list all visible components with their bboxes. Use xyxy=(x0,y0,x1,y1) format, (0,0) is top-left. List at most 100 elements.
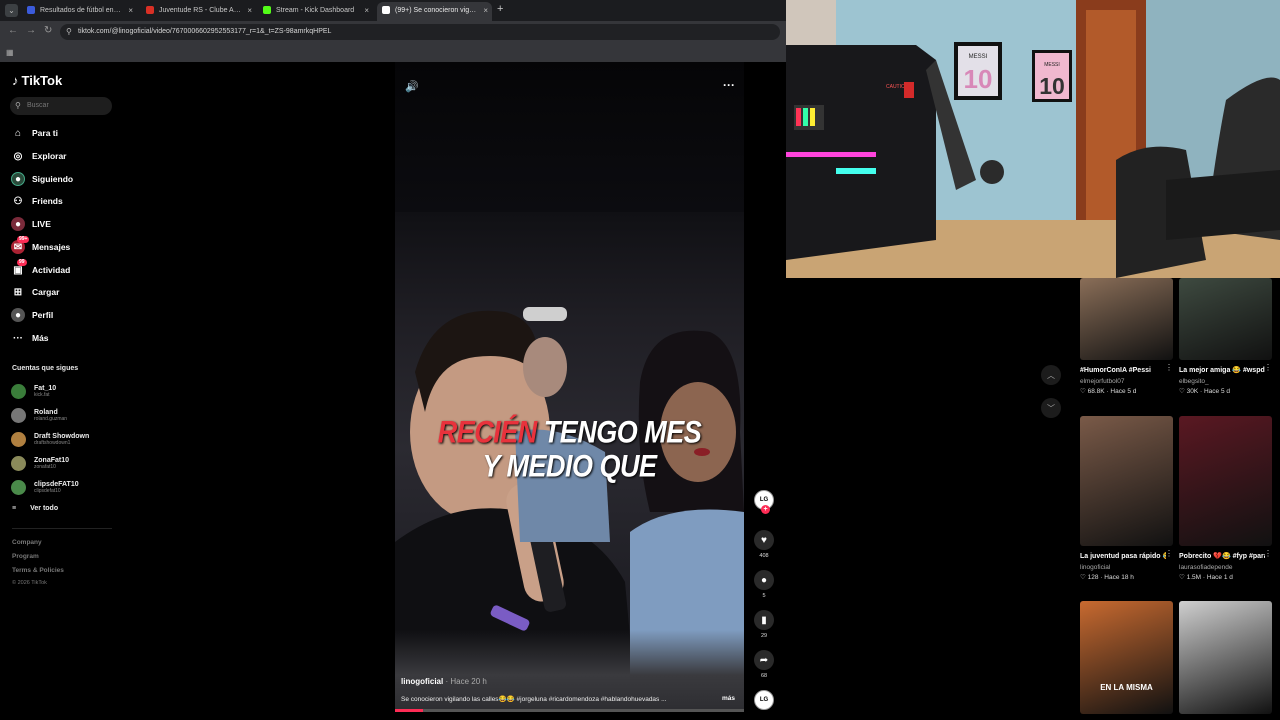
account-handle: kick.fat xyxy=(34,391,50,398)
sidebar-item-label: Friends xyxy=(32,196,63,206)
browser-tab[interactable]: Resultados de fútbol en directo × xyxy=(22,2,137,21)
comment-icon: ● xyxy=(754,570,774,590)
suggested-video-card[interactable]: EN LA MISMA xyxy=(1080,601,1173,714)
tab-favicon-icon xyxy=(382,6,390,14)
sidebar-item-cargar[interactable]: ⊞ Cargar xyxy=(11,284,60,300)
sidebar-item-mensajes[interactable]: ✉ 99+ Mensajes xyxy=(11,236,70,255)
video-thumbnail[interactable] xyxy=(1080,278,1173,360)
sidebar-item-live[interactable]: ● LIVE xyxy=(11,216,51,232)
suggested-video-author[interactable]: linogoficial xyxy=(1080,564,1173,571)
avatar xyxy=(11,455,26,471)
suggested-video-author[interactable]: elmejorfutbol07 xyxy=(1080,378,1173,385)
sidebar-item-siguiendo[interactable]: ● Siguiendo xyxy=(11,171,73,187)
scroll-up-button[interactable]: ︿ xyxy=(1041,365,1061,385)
more-icon: ··· xyxy=(11,331,25,345)
card-options-icon[interactable]: ⋮ xyxy=(1264,549,1272,558)
video-thumbnail[interactable] xyxy=(1179,601,1272,714)
icon-glyph: ⚇ xyxy=(13,195,23,207)
sidebar-item-perfil[interactable]: ● Perfil xyxy=(11,307,53,323)
back-icon[interactable]: ← xyxy=(8,25,18,36)
account-name: Roland xyxy=(34,408,58,416)
footer-link-terms[interactable]: Terms & Policies xyxy=(12,567,64,574)
sidebar-item-actividad[interactable]: ▣ 99 Actividad xyxy=(11,259,70,278)
video-progress-bar[interactable] xyxy=(395,709,744,712)
suggested-video-author[interactable]: laurasofiadepende xyxy=(1179,564,1272,571)
close-tab-icon[interactable]: × xyxy=(128,2,133,19)
video-thumbnail[interactable] xyxy=(1179,278,1272,360)
scroll-down-button[interactable]: ﹀ xyxy=(1041,398,1061,418)
account-name: Draft Showdown xyxy=(34,432,90,440)
sidebar-item-label: Siguiendo xyxy=(32,174,74,184)
caption-highlight: RECIÉN xyxy=(437,414,538,450)
sound-avatar[interactable]: LG xyxy=(753,690,775,710)
followed-account[interactable]: Fat_10 kick.fat xyxy=(11,381,56,401)
card-options-icon[interactable]: ⋮ xyxy=(1264,363,1272,372)
comment-button[interactable]: ● 5 xyxy=(753,570,775,599)
sidebar-item-friends[interactable]: ⚇ Friends xyxy=(11,193,63,209)
card-options-icon[interactable]: ⋮ xyxy=(1165,549,1173,558)
see-all-button[interactable]: ≡ Ver todo xyxy=(12,505,58,512)
progress-fill xyxy=(395,709,423,712)
browser-tab[interactable]: (99+) Se conocieron vigilando la × xyxy=(377,2,492,21)
site-info-icon[interactable]: ⚲ xyxy=(66,24,72,40)
browser-tab[interactable]: Stream - Kick Dashboard × xyxy=(258,2,373,21)
video-author[interactable]: linogoficial · Hace 20 h xyxy=(401,677,487,686)
close-tab-icon[interactable]: × xyxy=(247,2,252,19)
video-thumbnail[interactable]: EN LA MISMA xyxy=(1080,601,1173,714)
icon-glyph: ✉ xyxy=(13,241,23,253)
search-icon: ⚲ xyxy=(15,101,21,110)
video-player[interactable]: RECIÉN TENGO MES Y MEDIO QUE 🔊 ··· linog… xyxy=(395,62,744,712)
author-name[interactable]: linogoficial xyxy=(401,677,443,686)
share-button[interactable]: ➦ 68 xyxy=(753,650,775,679)
card-options-icon[interactable]: ⋮ xyxy=(1165,363,1173,372)
like-button[interactable]: ♥ 408 xyxy=(753,530,775,559)
close-tab-icon[interactable]: × xyxy=(364,2,369,19)
browser-tab[interactable]: Juventude RS - Clube Atletico J × xyxy=(141,2,256,21)
creator-avatar[interactable]: LG + xyxy=(753,490,775,514)
tab-title: (99+) Se conocieron vigilando la xyxy=(395,7,477,14)
sidebar-item-para-ti[interactable]: ⌂ Para ti xyxy=(11,125,58,141)
profile-icon: ● xyxy=(11,308,25,322)
search-input[interactable]: ⚲ Buscar xyxy=(10,97,112,115)
tab-title: Resultados de fútbol en directo xyxy=(40,7,122,14)
footer-link-company[interactable]: Company xyxy=(12,539,42,546)
forward-icon[interactable]: → xyxy=(26,25,36,36)
avatar xyxy=(11,383,26,399)
followed-account[interactable]: Draft Showdown draftshowdown1 xyxy=(11,429,89,449)
suggested-video-card[interactable]: Pobrecito 💔😂 #fyp #parati ⋮ laurasofiade… xyxy=(1179,416,1272,581)
footer-link-program[interactable]: Program xyxy=(12,553,39,560)
home-icon: ⌂ xyxy=(11,126,25,140)
suggested-video-card[interactable] xyxy=(1179,601,1272,714)
volume-icon[interactable]: 🔊 xyxy=(405,80,419,93)
suggested-video-title: #HumorConIA #Pessi xyxy=(1080,367,1151,374)
suggested-video-author[interactable]: elbegsito_ xyxy=(1179,378,1272,385)
followed-account[interactable]: Roland roland.guzman xyxy=(11,405,67,425)
url-field[interactable]: ⚲ tiktok.com/@linogoficial/video/7670006… xyxy=(60,24,780,40)
video-options-icon[interactable]: ··· xyxy=(723,78,735,92)
avatar xyxy=(11,407,26,423)
tab-search-button[interactable]: ⌄ xyxy=(5,4,18,17)
sound-logo-text: LG xyxy=(754,690,774,710)
friends-icon: ⚇ xyxy=(11,194,25,208)
more-button[interactable]: más xyxy=(722,695,735,702)
save-button[interactable]: ▮ 29 xyxy=(753,610,775,639)
sidebar-item-explorar[interactable]: ◎ Explorar xyxy=(11,148,67,164)
new-tab-button[interactable]: + xyxy=(497,3,503,15)
close-tab-icon[interactable]: × xyxy=(483,2,488,19)
tiktok-logo[interactable]: ♪ TikTok xyxy=(12,73,62,88)
webcam-overlay: MESSI 10 MESSI 10 CAUTION xyxy=(786,0,1280,278)
reload-icon[interactable]: ↻ xyxy=(44,25,52,36)
suggested-video-card[interactable]: La mejor amiga 😂 #wspdeseguidores... ⋮ e… xyxy=(1179,278,1272,395)
apps-icon[interactable]: ▦ xyxy=(6,48,14,57)
poster-1-number: 10 xyxy=(964,64,993,94)
suggested-video-card[interactable]: #HumorConIA #Pessi ⋮ elmejorfutbol07 ♡ 6… xyxy=(1080,278,1173,395)
followed-account[interactable]: clipsdeFAT10 clipsdefat10 xyxy=(11,477,79,497)
sidebar-item-más[interactable]: ··· Más xyxy=(11,330,49,346)
suggested-video-card[interactable]: La juventud pasa rápido 😂😂 #jorgeluna...… xyxy=(1080,416,1173,581)
follow-plus-icon[interactable]: + xyxy=(761,505,770,514)
icon-glyph: ▣ xyxy=(13,264,23,276)
video-thumbnail[interactable] xyxy=(1080,416,1173,546)
followed-account[interactable]: ZonaFat10 zonafat10 xyxy=(11,453,69,473)
video-thumbnail[interactable] xyxy=(1179,416,1272,546)
icon-glyph: ··· xyxy=(13,332,23,344)
